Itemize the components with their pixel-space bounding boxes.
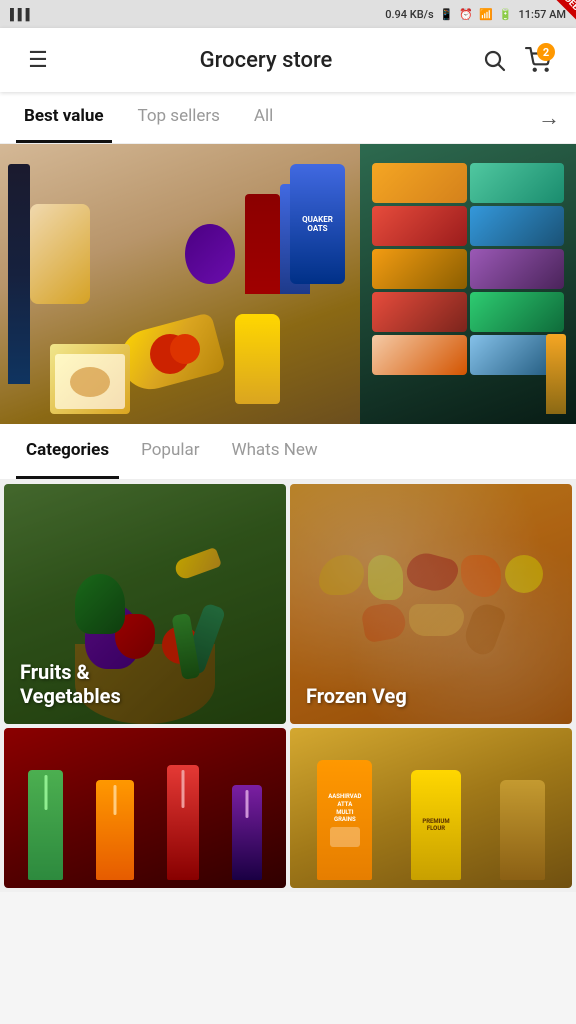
category-label-frozen-veg: Frozen Veg: [306, 684, 407, 708]
category-grid: Fruits &Vegetables Frozen Veg: [0, 480, 576, 728]
value-tabs-row: Best value Top sellers All →: [0, 92, 576, 144]
tabs-arrow[interactable]: →: [538, 105, 560, 131]
signal-icon: ▌▌▌: [10, 8, 33, 21]
phone-icon: 📱: [440, 8, 454, 21]
hamburger-icon: ☰: [28, 48, 48, 73]
tab-categories[interactable]: Categories: [16, 424, 119, 479]
alarm-icon: ⏰: [459, 8, 473, 21]
search-button[interactable]: [472, 38, 516, 82]
tab-top-sellers[interactable]: Top sellers: [130, 92, 228, 143]
tab-whats-new[interactable]: Whats New: [221, 424, 327, 479]
category-card-frozen-veg[interactable]: Frozen Veg: [290, 484, 572, 724]
battery-icon: 🔋: [499, 8, 513, 21]
status-right: 0.94 KB/s 📱 ⏰ 📶 🔋 11:57 AM: [385, 8, 566, 21]
data-speed: 0.94 KB/s: [385, 8, 433, 21]
category-label-fruits-veg: Fruits &Vegetables: [20, 660, 121, 708]
cart-button[interactable]: 2: [516, 38, 560, 82]
tab-popular[interactable]: Popular: [131, 424, 209, 479]
category-card-fruits-veg[interactable]: Fruits &Vegetables: [4, 484, 286, 724]
status-left: ▌▌▌: [10, 8, 33, 21]
tab-all[interactable]: All: [246, 92, 281, 143]
banner-right[interactable]: [360, 144, 576, 424]
banner-section: QUAKEROATS: [0, 144, 576, 424]
category-card-drinks[interactable]: [4, 728, 286, 888]
app-bar: ☰ Grocery store 2: [0, 28, 576, 92]
wifi-icon: 📶: [479, 8, 493, 21]
bottom-categories: AASHIRVADATTAMULTIGRAINS PREMIUMFLOUR: [0, 728, 576, 892]
status-bar: ▌▌▌ 0.94 KB/s 📱 ⏰ 📶 🔋 11:57 AM: [0, 0, 576, 28]
cart-badge: 2: [537, 43, 555, 61]
menu-button[interactable]: ☰: [16, 38, 60, 82]
section-tabs-row: Categories Popular Whats New: [0, 424, 576, 480]
banner-left[interactable]: QUAKEROATS: [0, 144, 360, 424]
time-display: 11:57 AM: [518, 8, 566, 21]
app-title: Grocery store: [60, 48, 472, 73]
search-icon: [482, 48, 506, 72]
category-card-grains[interactable]: AASHIRVADATTAMULTIGRAINS PREMIUMFLOUR: [290, 728, 572, 888]
tab-best-value[interactable]: Best value: [16, 92, 112, 143]
